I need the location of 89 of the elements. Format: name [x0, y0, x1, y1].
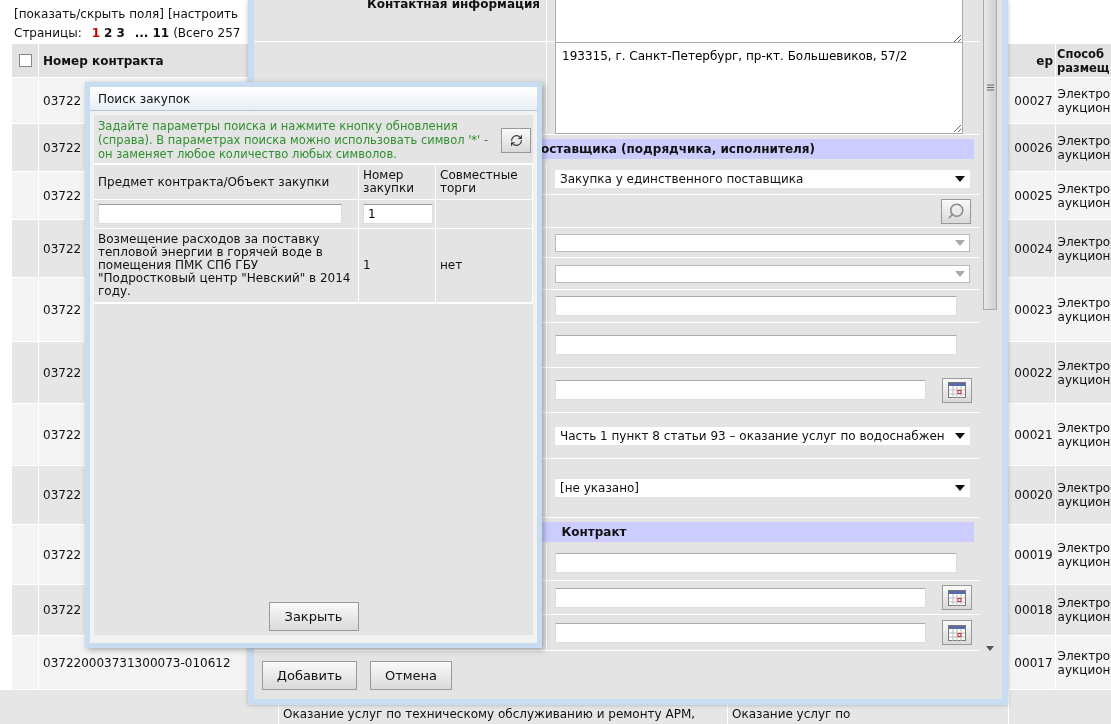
link[interactable]: [показать/скрыть поля] — [14, 6, 164, 21]
table-cell: Электро аукцион — [1057, 86, 1111, 115]
table-cell-text: 00027 — [1013, 93, 1053, 108]
dropdown[interactable]: Закупка у единственного поставщика — [555, 169, 970, 188]
table-cell-text: 00017 — [1013, 655, 1053, 670]
table-cell: Электро аукцион — [1057, 181, 1111, 210]
dropdown[interactable]: Часть 1 пункт 8 статьи 93 – оказание услуг по водоснабжен — [555, 426, 970, 445]
select-all-checkbox[interactable] — [18, 54, 32, 67]
table-cell-text: 03722 — [42, 427, 82, 442]
filter-field[interactable] — [98, 204, 342, 224]
calendar-button[interactable] — [942, 585, 972, 610]
dialog-button[interactable]: Добавить — [262, 661, 357, 690]
page-link[interactable]: ... — [134, 25, 149, 40]
calendar-icon — [948, 624, 966, 641]
table-cell: Электро аукцион — [1057, 295, 1111, 324]
table-cell: Электро аукцион — [1057, 481, 1111, 509]
grip-icon — [986, 84, 994, 91]
table-cell-text: Оказание услуг по — [731, 707, 851, 721]
table-cell: Электро аукцион — [1057, 133, 1111, 162]
page-link[interactable]: 3 — [116, 25, 125, 40]
table-cell-text: 03722 — [42, 547, 82, 562]
search-button[interactable] — [941, 198, 971, 224]
table-cell-text: 00022 — [1013, 365, 1053, 380]
text-field[interactable] — [555, 552, 957, 573]
table-cell-text: 03722 — [42, 302, 82, 317]
refresh-button[interactable] — [501, 127, 531, 153]
caret-icon — [955, 175, 965, 182]
caret-icon — [955, 239, 965, 246]
text-area[interactable]: 193315, г. Санкт-Петербург, пр-кт. Большевиков, 57/2 — [555, 42, 963, 134]
date-field[interactable] — [555, 380, 926, 400]
table-cell-text: Оказание услуг по техническому обслуживанию и ремонту АРМ, — [282, 707, 696, 721]
page-link[interactable]: 11 — [152, 25, 170, 40]
date-field[interactable] — [555, 622, 926, 643]
caret-icon — [955, 485, 965, 491]
table-cell-text: 03722 — [42, 188, 82, 203]
table-cell-text: 03722 — [42, 241, 82, 256]
column-header: ер — [1035, 53, 1053, 68]
date-field[interactable] — [555, 587, 926, 608]
calendar-icon — [948, 589, 966, 606]
link[interactable]: [настроить — [167, 6, 239, 21]
pagination-label: Страницы: — [14, 25, 82, 40]
scrollbar[interactable] — [983, 0, 997, 651]
table-cell: Электро аукцион — [1057, 648, 1111, 677]
table-cell-text: Возмещение расходов за поставку тепловой энергии в горячей воде в помещения ПМК СПб ГБУ "Подростковый центр "Невский" в 2014 году. — [98, 233, 352, 298]
dropdown[interactable]: [не указано] — [555, 479, 970, 497]
calendar-icon — [948, 382, 966, 398]
dialog-button[interactable]: Отмена — [370, 661, 452, 690]
caret-icon — [955, 270, 965, 277]
column-header: Предмет контракта/Объект закупки — [98, 175, 330, 189]
filter-field[interactable]: 1 — [363, 204, 433, 224]
table-cell-text: 00026 — [1013, 140, 1053, 155]
table-cell: нет — [440, 259, 463, 272]
close-button[interactable]: Закрыть — [268, 602, 359, 631]
table-cell-text: 03722 — [42, 488, 82, 502]
page-link[interactable]: 1 — [91, 25, 101, 40]
dialog-title: Поиск закупок — [98, 91, 191, 106]
table-cell-text: 00023 — [1013, 302, 1053, 317]
caret-icon[interactable] — [986, 646, 994, 651]
text-field[interactable] — [555, 335, 957, 355]
table-cell-text: 00024 — [1013, 241, 1053, 256]
table-cell-text: 00020 — [1013, 488, 1053, 502]
table-cell: Электро аукцион — [1057, 596, 1111, 624]
column-header: Совместные торги — [440, 169, 519, 195]
table-cell-text: 00025 — [1013, 188, 1053, 203]
calendar-button[interactable] — [942, 377, 972, 403]
total-count: (Всего 257 — [173, 25, 241, 40]
table-cell-text: 00019 — [1013, 547, 1053, 562]
column-header: Номер контракта — [42, 53, 164, 68]
table-cell: Электро аукцион — [1057, 358, 1111, 387]
page-link[interactable]: 2 — [104, 25, 113, 40]
table-cell-text: 00021 — [1013, 427, 1053, 442]
caret-icon — [955, 432, 965, 439]
table-cell-text: 00018 — [1013, 603, 1053, 617]
calendar-button[interactable] — [942, 620, 972, 645]
table-cell-text: 03722 — [42, 365, 82, 380]
search-icon — [947, 202, 965, 220]
table-cell: Электро аукцион — [1057, 234, 1111, 263]
table-cell-text: 03722 — [42, 93, 82, 108]
table-cell: Электро аукцион — [1057, 540, 1111, 569]
text-field[interactable] — [555, 296, 957, 316]
refresh-icon — [509, 133, 523, 147]
table-cell-text: 03722 — [42, 603, 82, 617]
text-area[interactable] — [555, 0, 963, 44]
table-cell: Электро аукцион — [1057, 420, 1111, 449]
column-header: Номер закупки — [363, 169, 415, 195]
table-cell-text: 03722 — [42, 140, 82, 155]
table-cell: 1 — [363, 259, 371, 272]
column-header: Способ размещ — [1057, 46, 1111, 75]
table-cell-text: 037220003731300073-010612 — [42, 655, 231, 670]
